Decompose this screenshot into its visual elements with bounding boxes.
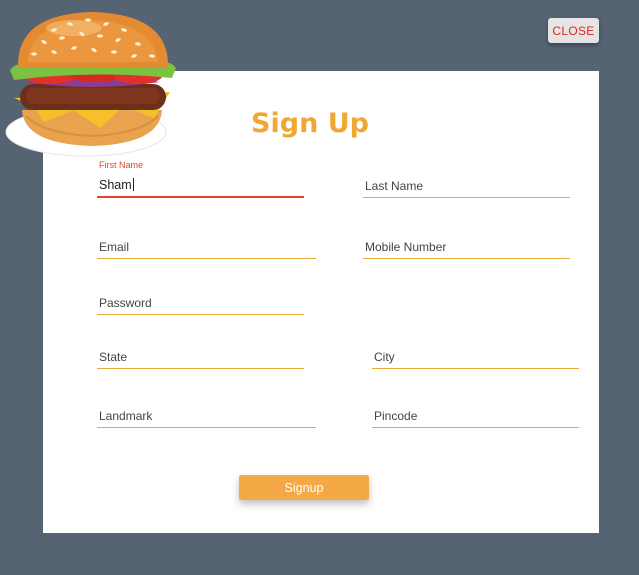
city-field[interactable]: City [372, 345, 579, 369]
mobile-number-label: Mobile Number [365, 240, 447, 254]
password-field[interactable]: Password [97, 291, 304, 315]
first-name-field[interactable]: Sham [97, 174, 304, 198]
pincode-field[interactable]: Pincode [372, 404, 579, 428]
signup-button[interactable]: Signup [239, 475, 369, 500]
city-label: City [374, 350, 395, 364]
email-label: Email [99, 240, 130, 254]
email-field[interactable]: Email [97, 235, 316, 259]
last-name-field[interactable]: Last Name [363, 174, 570, 198]
last-name-label: Last Name [365, 179, 424, 193]
modal-backdrop: CLOSE Sign Up First Name Sham Last Name … [0, 0, 639, 575]
pincode-label: Pincode [374, 409, 418, 423]
state-label: State [99, 350, 128, 364]
landmark-label: Landmark [99, 409, 153, 423]
first-name-value: Sham [99, 178, 132, 192]
first-name-floating-label: First Name [99, 160, 144, 170]
close-button[interactable]: CLOSE [548, 18, 599, 43]
landmark-field[interactable]: Landmark [97, 404, 316, 428]
mobile-number-field[interactable]: Mobile Number [363, 235, 570, 259]
page-title: Sign Up [251, 108, 369, 139]
password-label: Password [99, 296, 152, 310]
state-field[interactable]: State [97, 345, 304, 369]
burger-icon [5, 12, 176, 157]
